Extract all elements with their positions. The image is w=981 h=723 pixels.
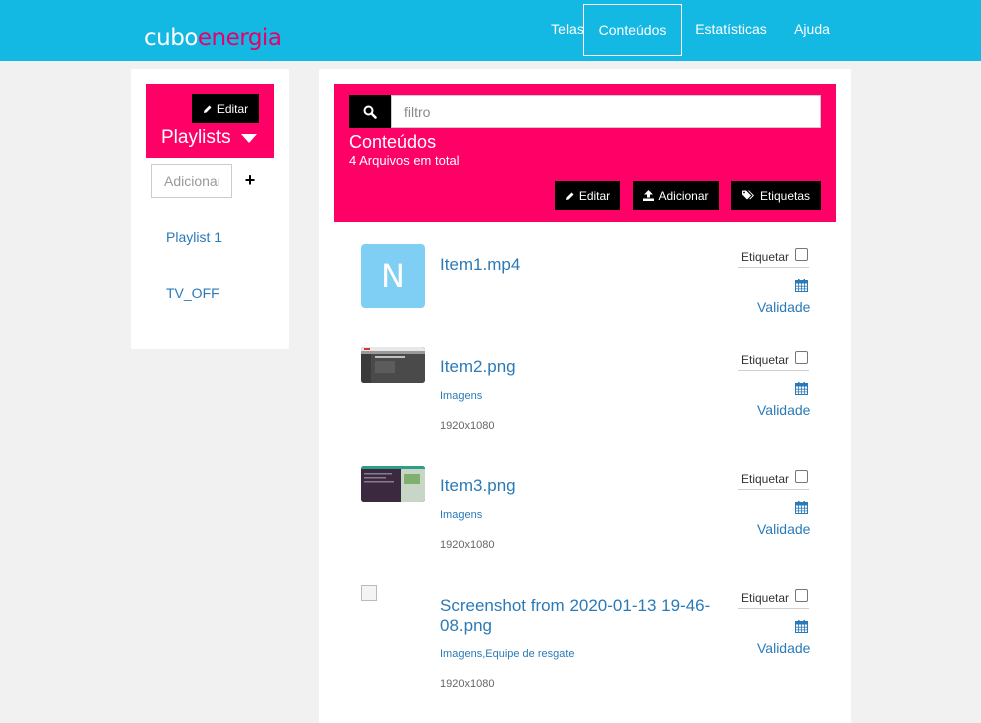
pencil-icon xyxy=(203,105,212,113)
item-thumbnail[interactable]: N xyxy=(361,244,425,308)
pencil-icon xyxy=(565,192,574,200)
search-button[interactable] xyxy=(349,95,391,128)
filter-input[interactable] xyxy=(391,95,821,128)
item-name[interactable]: Item1.mp4 xyxy=(440,255,720,275)
tag-checkbox[interactable] xyxy=(795,248,808,261)
item-thumbnail[interactable] xyxy=(361,466,425,502)
brand-part2: energia xyxy=(197,25,282,51)
nav-ajuda[interactable]: Ajuda xyxy=(787,4,837,56)
add-content-button[interactable]: Adicionar xyxy=(633,181,719,210)
item-resolution: 1920x1080 xyxy=(440,678,495,690)
content-item: Item2.png Imagens 1920x1080 Etiquetar Va… xyxy=(319,347,851,457)
add-playlist-input[interactable] xyxy=(151,164,232,198)
contents-header: Conteúdos 4 Arquivos em total Editar Adi… xyxy=(334,84,836,222)
playlist-item[interactable]: TV_OFF xyxy=(166,283,220,303)
calendar-icon[interactable] xyxy=(795,620,808,633)
tags-label: Etiquetas xyxy=(759,188,811,203)
tag-checkbox[interactable] xyxy=(795,470,808,483)
validity-link[interactable]: Validade xyxy=(757,299,810,315)
contents-count: 4 Arquivos em total xyxy=(349,153,460,168)
playlists-dropdown[interactable]: Playlists xyxy=(161,124,257,152)
calendar-icon[interactable] xyxy=(795,279,808,292)
edit-playlists-button[interactable]: Editar xyxy=(192,94,259,123)
validity-link[interactable]: Validade xyxy=(757,402,810,418)
contents-panel: Conteúdos 4 Arquivos em total Editar Adi… xyxy=(319,69,851,723)
playlist-item[interactable]: Playlist 1 xyxy=(166,227,222,247)
content-item: N Item1.mp4 Etiquetar Validade xyxy=(319,244,851,334)
tags-button[interactable]: Etiquetas xyxy=(731,181,821,210)
tag-checkbox[interactable] xyxy=(795,351,808,364)
playlists-title: Playlists xyxy=(161,127,231,148)
contents-title: Conteúdos xyxy=(349,132,437,152)
playlists-header: Editar Playlists xyxy=(146,84,274,158)
top-navbar: cuboenergia Telas Conteúdos Estatísticas… xyxy=(0,0,981,61)
validity-link[interactable]: Validade xyxy=(757,521,810,537)
add-playlist-button[interactable]: + xyxy=(243,169,257,191)
nav-estatisticas[interactable]: Estatísticas xyxy=(686,4,776,56)
content-item: Item3.png Imagens 1920x1080 Etiquetar Va… xyxy=(319,466,851,576)
edit-contents-button[interactable]: Editar xyxy=(555,181,620,210)
nav-conteudos[interactable]: Conteúdos xyxy=(583,4,682,56)
item-name[interactable]: Item3.png xyxy=(440,476,720,496)
upload-icon xyxy=(643,190,655,201)
item-tags[interactable]: Imagens,Equipe de resgate xyxy=(440,647,575,661)
search-icon xyxy=(363,105,377,119)
brand-logo[interactable]: cuboenergia xyxy=(144,23,282,53)
item-name[interactable]: Item2.png xyxy=(440,357,720,377)
brand-part1: cubo xyxy=(144,25,198,51)
item-tags[interactable]: Imagens xyxy=(440,508,482,522)
broken-image-icon[interactable] xyxy=(361,585,377,601)
validity-link[interactable]: Validade xyxy=(757,640,810,656)
playlists-sidebar: Editar Playlists + Playlist 1 TV_OFF xyxy=(131,69,289,349)
item-resolution: 1920x1080 xyxy=(440,539,495,551)
item-name[interactable]: Screenshot from 2020-01-13 19-46-08.png xyxy=(440,596,720,636)
caret-down-icon xyxy=(240,133,257,143)
edit-contents-label: Editar xyxy=(578,188,611,203)
tags-icon xyxy=(741,190,754,200)
edit-playlists-label: Editar xyxy=(216,101,249,116)
item-thumbnail[interactable] xyxy=(361,347,425,383)
add-content-label: Adicionar xyxy=(658,188,709,203)
calendar-icon[interactable] xyxy=(795,382,808,395)
calendar-icon[interactable] xyxy=(795,501,808,514)
item-tags[interactable]: Imagens xyxy=(440,389,482,403)
item-resolution: 1920x1080 xyxy=(440,420,495,432)
tag-checkbox[interactable] xyxy=(795,589,808,602)
content-item: Screenshot from 2020-01-13 19-46-08.png … xyxy=(319,585,851,715)
